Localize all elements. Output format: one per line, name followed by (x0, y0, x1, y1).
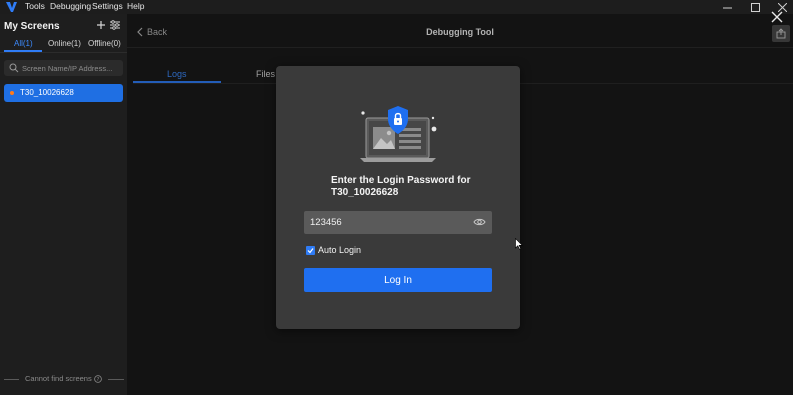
eye-icon[interactable] (473, 217, 486, 227)
minimize-icon (722, 7, 732, 8)
checkmark-icon (307, 247, 314, 253)
svg-text:?: ? (97, 377, 100, 383)
menu-debugging[interactable]: Debugging (50, 1, 91, 11)
help-icon[interactable]: ? (94, 375, 102, 383)
auto-login-label: Auto Login (318, 245, 362, 255)
search-input[interactable] (22, 61, 120, 75)
dialog-title: Enter the Login Password for T30_1002662… (331, 175, 471, 198)
close-icon[interactable] (771, 11, 783, 23)
sidebar-title: My Screens (4, 21, 60, 32)
search-icon (9, 63, 19, 73)
screen-name: T30_10026628 (20, 88, 74, 97)
login-dialog: Enter the Login Password for T30_1002662… (276, 66, 520, 329)
menu-bar: Tools Debugging Settings Help (0, 0, 793, 14)
tab-online[interactable]: Online(1) (48, 39, 81, 48)
cannot-find-screens-link[interactable]: Cannot find screens (25, 374, 92, 383)
sidebar-footer: Cannot find screens ? (0, 373, 127, 385)
footer-line-left (4, 379, 19, 380)
secure-screen-illustration-icon (360, 106, 437, 162)
screen-list-item[interactable]: T30_10026628 (4, 84, 123, 102)
maximize-button[interactable] (743, 0, 767, 14)
tab-offline[interactable]: Offline(0) (88, 39, 121, 48)
search-box[interactable] (4, 60, 123, 76)
minimize-button[interactable] (715, 0, 739, 14)
menu-settings[interactable]: Settings (92, 1, 123, 11)
app-logo-icon (6, 2, 17, 12)
menu-tools[interactable]: Tools (25, 1, 45, 11)
password-field[interactable] (304, 211, 492, 234)
password-input[interactable] (310, 215, 460, 230)
maximize-icon (750, 2, 760, 12)
divider (0, 52, 127, 53)
auto-login-checkbox[interactable] (306, 245, 315, 255)
footer-line-right (108, 379, 124, 380)
add-icon[interactable] (96, 20, 106, 30)
sidebar: My Screens All(1) Online(1) Offline(0) T… (0, 14, 127, 395)
login-button[interactable]: Log In (304, 268, 492, 292)
status-dot (10, 91, 14, 95)
tab-all[interactable]: All(1) (14, 39, 33, 48)
menu-help[interactable]: Help (127, 1, 144, 11)
filter-settings-icon[interactable] (110, 20, 120, 30)
mouse-cursor-icon (515, 238, 523, 250)
auto-login-option[interactable]: Auto Login (306, 244, 361, 256)
